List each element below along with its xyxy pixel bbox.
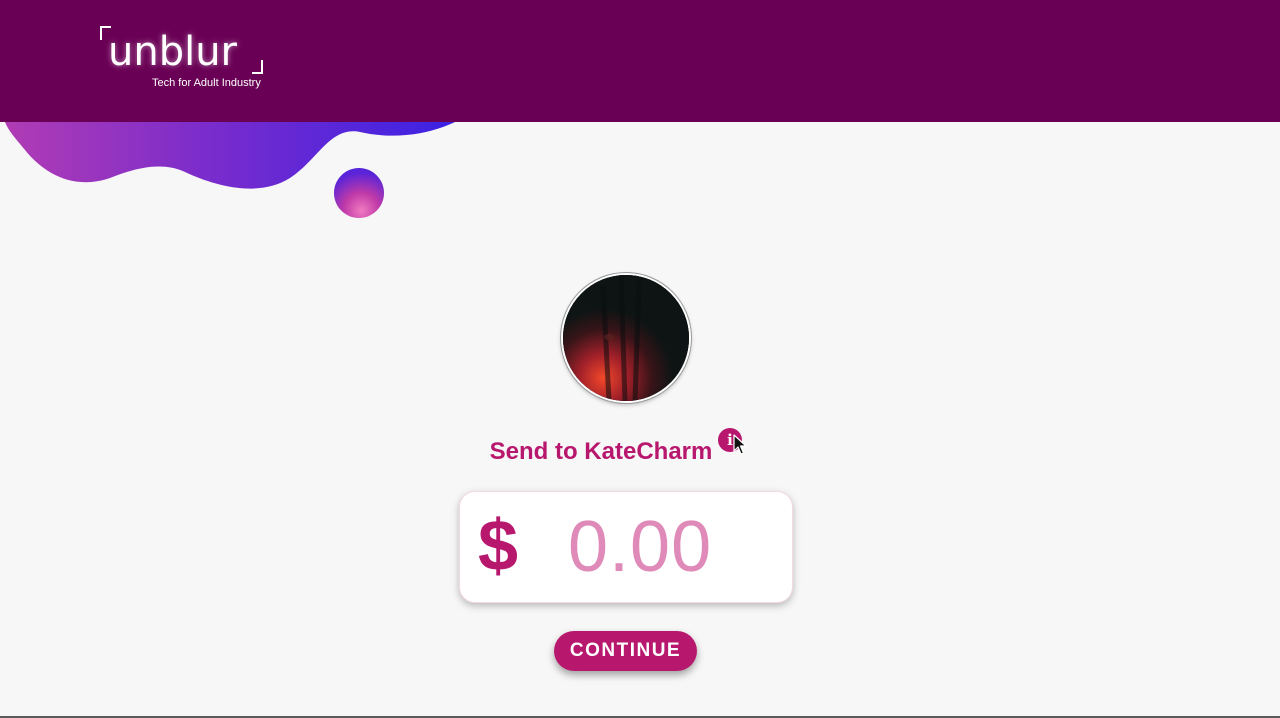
top-header: unblur Tech for Adult Industry xyxy=(0,0,1280,122)
brand-tagline: Tech for Adult Industry xyxy=(152,77,261,89)
page: unblur Tech for Adult Industry Send to K… xyxy=(0,0,1280,718)
brand-logo[interactable]: unblur Tech for Adult Industry xyxy=(100,26,270,96)
send-to-label: Send to KateCharm xyxy=(489,438,713,465)
continue-button[interactable]: CONTINUE xyxy=(554,631,697,671)
amount-card: $ xyxy=(459,491,793,603)
decorative-blob xyxy=(5,122,455,189)
decorative-bubble xyxy=(334,168,384,218)
amount-input[interactable] xyxy=(568,506,778,588)
brand-name: unblur xyxy=(108,29,238,75)
currency-symbol: $ xyxy=(478,506,519,586)
recipient-avatar xyxy=(561,273,691,403)
logo-bracket-bottom-right xyxy=(252,60,263,74)
mouse-cursor-icon xyxy=(733,434,747,455)
